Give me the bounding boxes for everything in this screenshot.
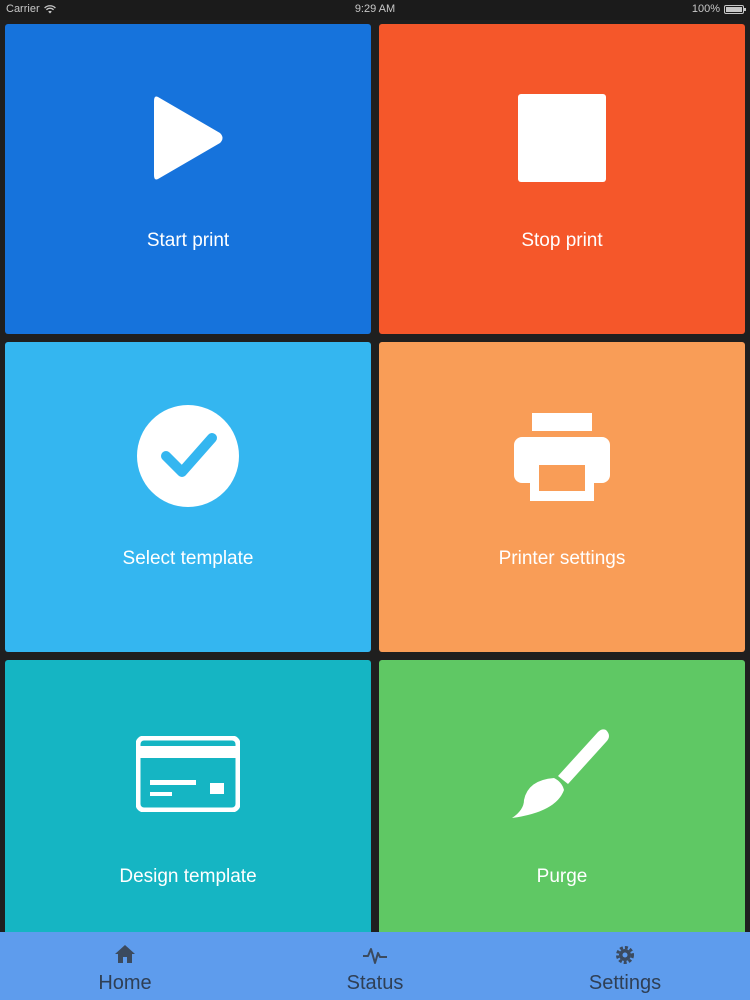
battery-info: 100% (691, 3, 746, 15)
battery-percent: 100% (691, 3, 720, 15)
purge-tile[interactable]: Purge (379, 660, 745, 932)
tab-bar: Home Status Settings (0, 932, 750, 1000)
pulse-icon (250, 944, 500, 968)
tile-label: Design template (119, 866, 257, 887)
tile-label: Select template (122, 548, 254, 569)
tab-home[interactable]: Home (0, 932, 250, 1000)
tab-label: Settings (588, 972, 662, 994)
select-template-tile[interactable]: Select template (5, 342, 371, 652)
gear-icon (500, 944, 750, 968)
brush-icon (379, 726, 745, 822)
battery-icon (724, 4, 746, 14)
card-icon (5, 726, 371, 822)
tile-label: Printer settings (498, 548, 626, 569)
tile-label: Start print (146, 230, 230, 251)
home-icon (0, 944, 250, 968)
design-template-tile[interactable]: Design template (5, 660, 371, 932)
status-bar: Carrier 9:29 AM 100% (0, 0, 750, 20)
tab-label: Status (346, 972, 404, 994)
printer-settings-tile[interactable]: Printer settings (379, 342, 745, 652)
start-print-tile[interactable]: Start print (5, 24, 371, 334)
tab-settings[interactable]: Settings (500, 932, 750, 1000)
play-icon (5, 90, 371, 186)
tab-status[interactable]: Status (250, 932, 500, 1000)
tile-label: Purge (536, 866, 588, 887)
printer-icon (379, 408, 745, 504)
stop-icon (379, 90, 745, 186)
tab-label: Home (98, 972, 152, 994)
status-time: 9:29 AM (354, 3, 396, 15)
tile-label: Stop print (521, 230, 603, 251)
check-circle-icon (5, 405, 371, 507)
stop-print-tile[interactable]: Stop print (379, 24, 745, 334)
